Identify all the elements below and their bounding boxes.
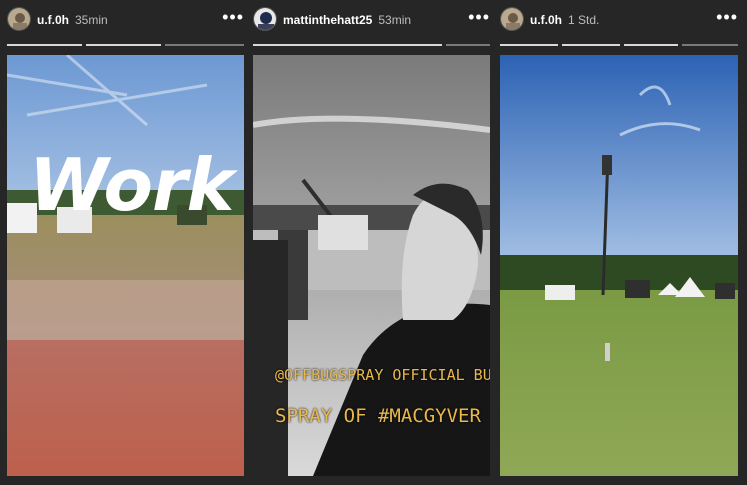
progress-segment <box>86 44 161 46</box>
story-media[interactable]: @OFFBUGSPRAY OFFICIAL BUG SPRAY OF #MACG… <box>253 55 490 476</box>
story-media[interactable]: Work <box>7 55 244 476</box>
story-caption-line-1: @OFFBUGSPRAY OFFICIAL BUG <box>275 366 490 384</box>
field-photo <box>500 55 738 476</box>
story-card-2[interactable]: mattinthehatt25 53min ••• @OFFBUGSPRAY OF… <box>253 0 490 485</box>
story-card-3[interactable]: u.f.0h 1 Std. ••• <box>500 0 738 485</box>
timestamp: 1 Std. <box>568 13 600 27</box>
field-photo <box>7 55 244 476</box>
progress-segment <box>7 44 82 46</box>
timestamp: 35min <box>75 13 108 27</box>
username[interactable]: u.f.0h 35min <box>37 13 108 27</box>
story-header: u.f.0h 35min ••• <box>7 0 244 40</box>
avatar[interactable] <box>7 7 31 31</box>
timestamp: 53min <box>378 13 412 27</box>
username[interactable]: u.f.0h 1 Std. <box>530 13 599 27</box>
progress-segment <box>562 44 620 46</box>
progress-segment <box>253 44 442 46</box>
progress-segment <box>682 44 738 46</box>
more-options-icon[interactable]: ••• <box>716 8 738 26</box>
progress-segment <box>500 44 558 46</box>
story-header: mattinthehatt25 53min ••• <box>253 0 490 40</box>
more-options-icon[interactable]: ••• <box>222 8 244 26</box>
story-media[interactable] <box>500 55 738 476</box>
avatar[interactable] <box>500 7 524 31</box>
story-overlay-text: Work <box>29 143 234 227</box>
story-header: u.f.0h 1 Std. ••• <box>500 0 738 40</box>
more-options-icon[interactable]: ••• <box>468 8 490 26</box>
story-card-1[interactable]: u.f.0h 35min ••• Work <box>7 0 244 485</box>
progress-segment <box>165 44 244 46</box>
avatar[interactable] <box>253 7 277 31</box>
progress-segment <box>624 44 678 46</box>
progress-segment <box>446 44 490 46</box>
username[interactable]: mattinthehatt25 53min <box>283 13 411 27</box>
story-caption-line-2: SPRAY OF #MACGYVER <box>275 405 481 427</box>
